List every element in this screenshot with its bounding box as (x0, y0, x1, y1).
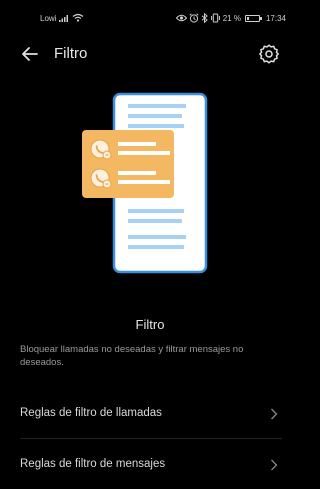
filter-illustration (80, 92, 220, 277)
vibrate-icon (210, 13, 220, 23)
chevron-right-icon (271, 459, 278, 471)
alarm-icon (189, 13, 199, 23)
page-title: Filtro (54, 45, 88, 62)
eye-icon (175, 14, 187, 22)
battery-level-fill (246, 16, 250, 20)
battery-percent: 21 % (222, 13, 241, 23)
status-time: 17:34 (265, 13, 286, 23)
arrow-left-icon (22, 47, 38, 61)
chevron-right-icon (271, 408, 278, 420)
back-button[interactable] (18, 42, 42, 66)
wifi-icon (72, 13, 84, 22)
settings-button[interactable] (258, 43, 280, 65)
status-icons: 21 % 17:34 (175, 13, 286, 23)
signal-icon (59, 15, 68, 22)
call-filter-rules-item[interactable]: Reglas de filtro de llamadas (0, 390, 300, 438)
list-divider (20, 438, 282, 439)
phone-filter-illustration (82, 92, 208, 274)
message-filter-rules-label: Reglas de filtro de mensajes (20, 458, 166, 470)
signal-wifi-group (59, 13, 84, 22)
gear-icon (259, 44, 279, 64)
app-bar: Filtro (0, 36, 300, 72)
call-filter-rules-label: Reglas de filtro de llamadas (20, 407, 162, 419)
carrier-name: Lowi (40, 14, 57, 23)
feature-description: Bloquear llamadas no deseadas y filtrar … (20, 344, 244, 368)
feature-title: Filtro (135, 317, 165, 332)
bluetooth-icon (201, 13, 208, 23)
status-bar: Lowi 21 % 17:34 (0, 0, 300, 36)
battery-tip (259, 17, 262, 20)
battery-icon (244, 14, 262, 22)
